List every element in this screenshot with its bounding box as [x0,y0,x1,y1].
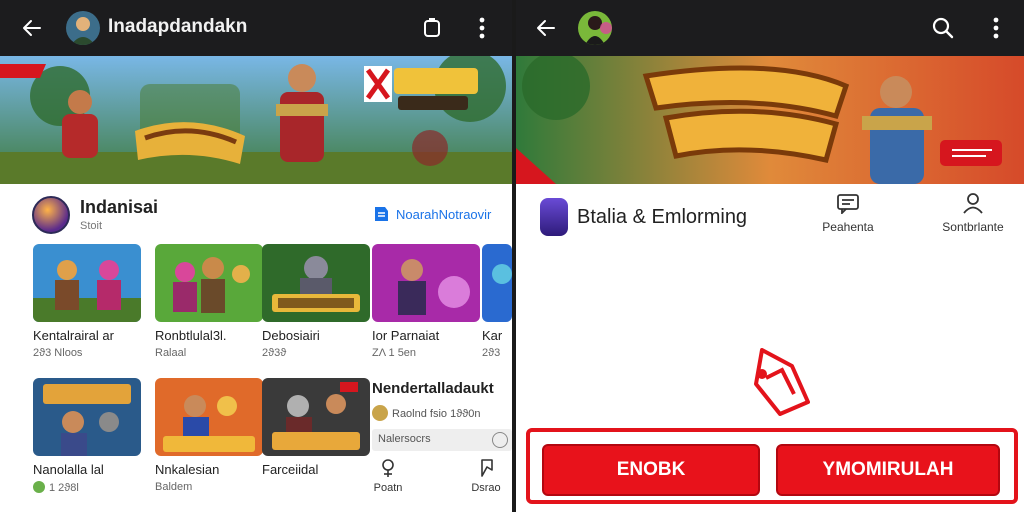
game-thumbnail [262,378,370,456]
cta-panel: ENOBK YMOMIRULAH [526,428,1018,504]
newsletter-link[interactable]: NoarahNotraovir [372,205,491,223]
game-card[interactable]: Kentalrairal ar 2ϑ3 Nloos [33,244,143,359]
newspaper-icon [372,205,390,223]
bookmark-icon [481,459,493,477]
game-card[interactable]: Ior Parnaiat ZΛ 1 5en [372,244,482,359]
tab-profile[interactable]: Sontbrlante [928,192,1018,234]
newsletter-label: NoarahNotraovir [396,207,492,222]
game-thumbnail [155,378,263,456]
page-title: Inadapdandakn [108,16,248,37]
game-meta-text: 1 2ϑ8l [49,482,79,494]
coin-icon [33,481,45,493]
person-icon [963,193,983,214]
newsletter-line-text: Raolnd fsio 1ϑϑ0n [392,408,481,420]
game-meta: 2ϑ3ϑ [262,347,287,359]
game-thumbnail [262,244,370,322]
game-thumbnail [482,244,512,322]
game-thumbnail [33,244,141,322]
game-meta: 2ϑ3 Nloos [33,347,83,359]
back-arrow-icon[interactable] [532,14,560,42]
newsletter-panel: Nendertalladaukt Raolnd fsio 1ϑϑ0n Naler… [372,380,512,451]
game-title: Ior Parnaiat [372,328,440,343]
bookmark-action[interactable]: Dsrao [466,458,506,494]
newspaper-icon [837,194,859,214]
game-card[interactable]: Ronbtlulal3l. Ralaal [155,244,265,359]
avatar [372,405,388,421]
hero-banner[interactable] [0,56,512,184]
right-top-bar [516,0,1024,56]
app-header[interactable]: Indanisai Stoit NoarahNotraovir [0,192,512,240]
app-subtitle: Stoit [80,220,103,232]
game-title: Nnkalesian [155,462,220,477]
game-card[interactable]: Nnkalesian Baldem [155,378,265,493]
primary-button[interactable]: ENOBK [542,444,760,496]
brand-mark-icon [750,344,810,421]
left-screen: Inadapdandakn Indanisai Stoit NoarahNotr… [0,0,512,512]
pin-icon [382,459,394,477]
back-arrow-icon[interactable] [18,14,46,42]
left-top-bar: Inadapdandakn [0,0,512,56]
pin-action[interactable]: Poatn [368,458,408,494]
game-thumbnail [372,244,480,322]
game-title: Ronbtlulal3l. [155,328,227,343]
game-meta: 2ϑ3 [482,347,501,359]
game-meta: ZΛ 1 5en [372,347,417,359]
newsletter-title: Nendertalladaukt [372,380,494,397]
secondary-button[interactable]: YMOMIRULAH [776,444,1000,496]
game-meta: 1 2ϑ8l [33,481,143,494]
app-header[interactable]: Btalia & Emlorming Peahenta Sontbrlante [516,192,1024,248]
game-card[interactable]: Nanolalla lal 1 2ϑ8l [33,378,143,494]
game-title: Farceiidal [262,462,319,477]
game-card[interactable]: Kar 2ϑ3 [482,244,512,359]
more-vert-icon[interactable] [986,16,1006,40]
game-meta: Baldem [155,481,193,493]
game-card[interactable]: Farceiidal [262,378,372,477]
game-card[interactable]: Debosiairi 2ϑ3ϑ [262,244,372,359]
app-name: Btalia & Emlorming [577,206,748,228]
pin-label: Poatn [373,482,403,494]
game-meta: Ralaal [155,347,187,359]
app-avatar [578,11,612,45]
app-icon [32,196,70,234]
search-icon[interactable] [930,15,956,41]
app-icon [540,198,568,236]
right-screen: Btalia & Emlorming Peahenta Sontbrlante … [516,0,1024,512]
game-thumbnail [155,244,263,322]
app-avatar [66,11,100,45]
hero-banner[interactable] [516,56,1024,184]
more-vert-icon[interactable] [472,16,492,40]
game-title: Kentalrairal ar [33,328,114,343]
app-name: Indanisai [80,197,159,217]
game-thumbnail [33,378,141,456]
newsletter-input[interactable]: Nalersocrs [372,429,512,451]
tab-news-label: Peahenta [822,220,874,234]
game-title: Debosiairi [262,328,320,343]
toggle-knob-icon[interactable] [492,432,508,448]
game-title: Nanolalla lal [33,462,104,477]
newsletter-line: Raolnd fsio 1ϑϑ0n [372,405,512,421]
tab-news[interactable]: Peahenta [803,192,893,234]
tab-profile-label: Sontbrlante [942,220,1004,234]
newsletter-input-text: Nalersocrs [378,433,431,445]
bookmark-label: Dsrao [471,482,501,494]
game-title: Kar [482,328,503,343]
share-icon[interactable] [420,16,444,40]
